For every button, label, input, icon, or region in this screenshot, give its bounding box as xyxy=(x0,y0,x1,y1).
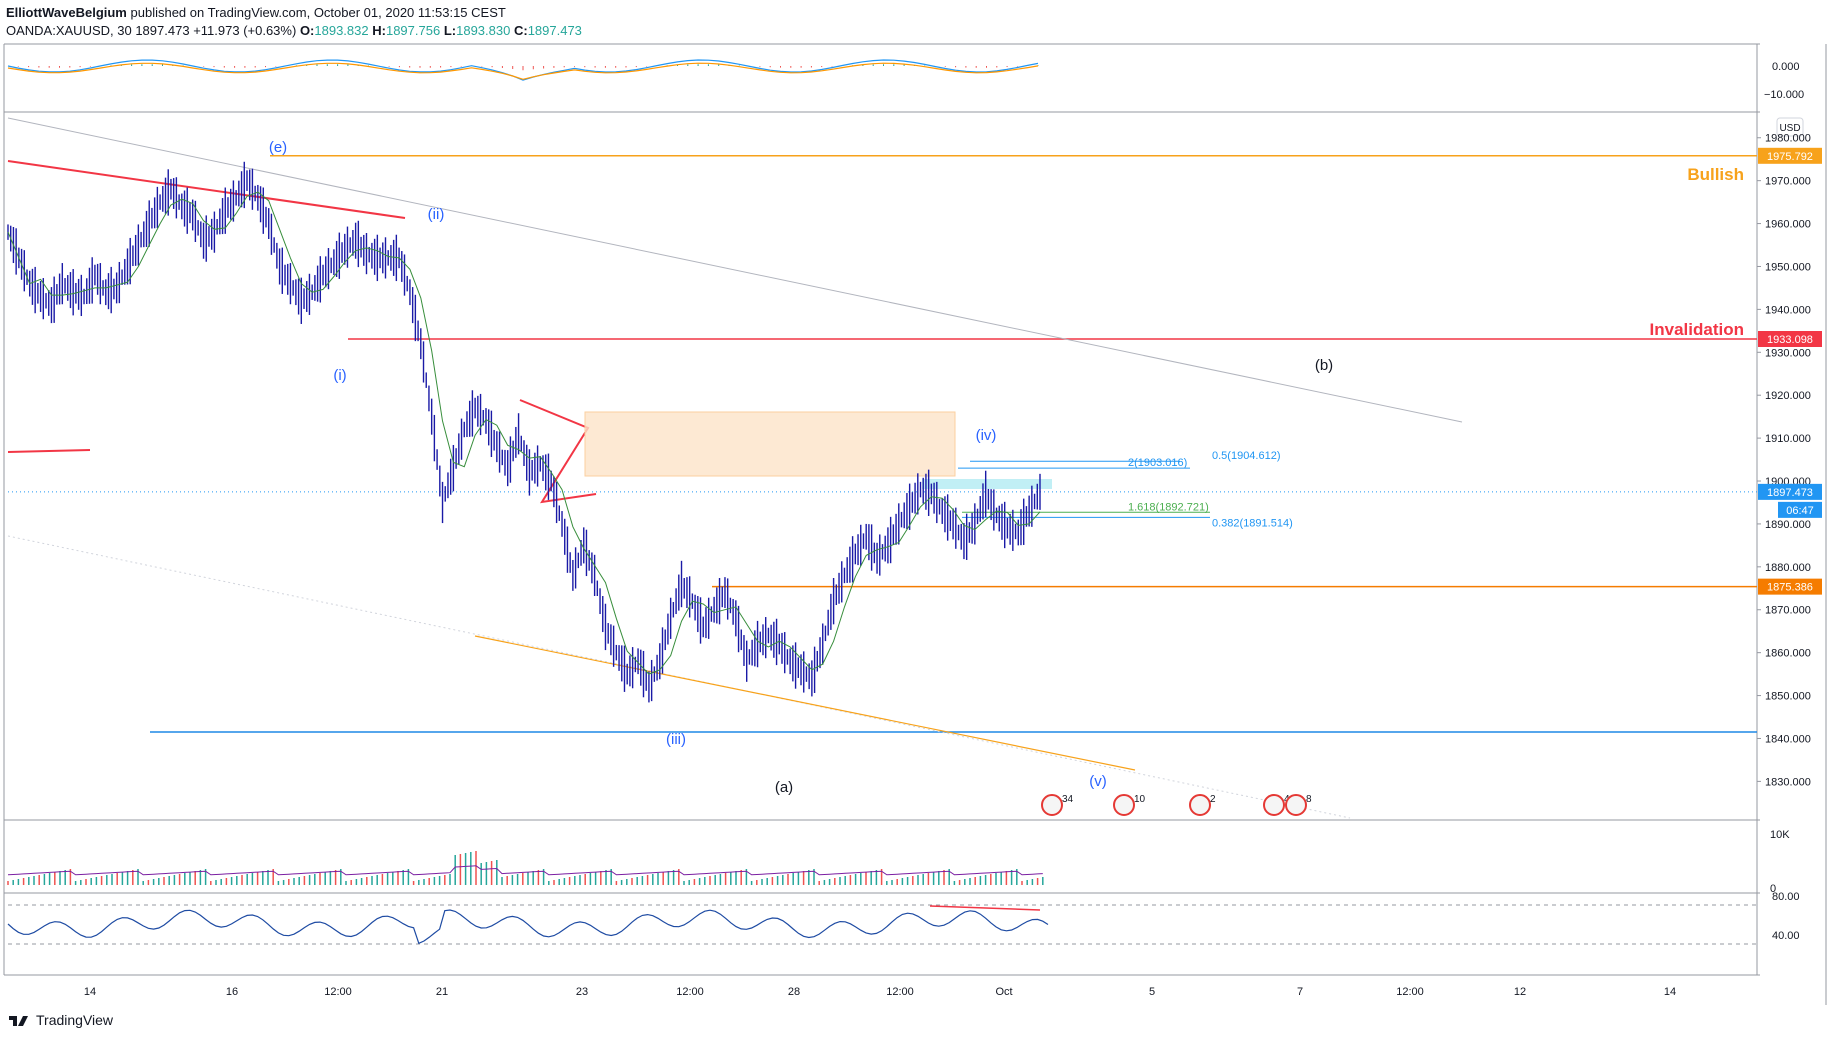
time-tick-label: 12:00 xyxy=(324,986,352,998)
macd-tick-label: 0.000 xyxy=(1772,61,1800,73)
fib-label: 0.382(1891.514) xyxy=(1212,517,1293,529)
orange-trendline xyxy=(474,635,1136,771)
footer: TradingView xyxy=(8,1012,113,1028)
countdown-tag-text: 06:47 xyxy=(1786,505,1814,517)
time-tick-label: 12 xyxy=(1514,986,1526,998)
fib-label: 2(1903.016) xyxy=(1128,457,1187,469)
time-tick-label: 23 xyxy=(576,986,588,998)
price-tick-label: 1940.000 xyxy=(1765,304,1811,316)
economic-events: 3410248 xyxy=(1041,794,1312,816)
price-tick-label: 1950.000 xyxy=(1765,261,1811,273)
price-tick-label: 1980.000 xyxy=(1765,133,1811,145)
red-trendline xyxy=(7,160,406,219)
time-tick-label: 7 xyxy=(1297,986,1303,998)
price-tick-label: 1870.000 xyxy=(1765,605,1811,617)
wave-label-e: (e) xyxy=(269,139,287,156)
price-tag-text: 1875.386 xyxy=(1767,582,1813,594)
time-tick-label: 14 xyxy=(84,986,96,998)
channel-upper-trendline xyxy=(7,117,1463,423)
wave-label-v: (v) xyxy=(1089,773,1107,790)
time-tick-label: 28 xyxy=(788,986,800,998)
price-tick-label: 1840.000 xyxy=(1765,733,1811,745)
price-tick-label: 1880.000 xyxy=(1765,562,1811,574)
event-flag-icon xyxy=(1189,794,1211,816)
event-count: 8 xyxy=(1306,794,1312,805)
price-tick-label: 1970.000 xyxy=(1765,176,1811,188)
bullish-label: Bullish xyxy=(1687,165,1744,184)
price-tick-label: 1890.000 xyxy=(1765,519,1811,531)
time-tick-label: Oct xyxy=(995,986,1012,998)
volume-tick-label: 10K xyxy=(1770,829,1790,841)
time-tick-label: 12:00 xyxy=(676,986,704,998)
time-axis[interactable]: 14 16 12:00 21 23 12:00 28 12:00 Oct 5 7 12:00 12 14 xyxy=(84,986,1676,998)
tradingview-logo-icon xyxy=(9,1016,28,1026)
event-flag-icon xyxy=(1285,794,1307,816)
time-tick-label: 5 xyxy=(1149,986,1155,998)
event-count: 10 xyxy=(1134,794,1146,805)
rsi-tick-label: 80.00 xyxy=(1772,891,1800,903)
drawing-annotations: 2(1903.016) 0.5(1904.612) 1.618(1892.721)0… xyxy=(7,117,1757,819)
wave-label-i: (i) xyxy=(333,367,346,384)
price-tick-label: 1830.000 xyxy=(1765,776,1811,788)
chart-canvas[interactable]: USD 1980.0001970.0001960.0001950.0001940… xyxy=(0,0,1828,1040)
price-tick-label: 1860.000 xyxy=(1765,648,1811,660)
price-tick-label: 1930.000 xyxy=(1765,347,1811,359)
wave-label-ii: (ii) xyxy=(428,206,445,223)
event-count: 2 xyxy=(1210,794,1216,805)
fib-label: 0.5(1904.612) xyxy=(1212,450,1281,462)
rsi-divergence-line xyxy=(929,905,1041,911)
volume-pane: 10K0 xyxy=(7,829,1790,895)
price-axis[interactable]: 1980.000 1970.000 1960.000 1950.000 1940.000… xyxy=(1757,133,1811,789)
price-tick-label: 1910.000 xyxy=(1765,433,1811,445)
event-flag-icon xyxy=(1041,794,1063,816)
wave-label-a: (a) xyxy=(775,779,793,796)
event-flag-icon xyxy=(1113,794,1135,816)
wave-label-iv: (iv) xyxy=(976,427,997,444)
time-tick-label: 16 xyxy=(226,986,238,998)
time-tick-label: 14 xyxy=(1664,986,1676,998)
price-tick-label: 1920.000 xyxy=(1765,390,1811,402)
macd-tick-label: −10.000 xyxy=(1764,89,1804,101)
price-tick-label: 1960.000 xyxy=(1765,219,1811,231)
wave-label-b: (b) xyxy=(1315,357,1333,374)
price-tag-text: 1897.473 xyxy=(1767,487,1813,499)
price-tag-text: 1975.792 xyxy=(1767,151,1813,163)
tradingview-brand[interactable]: TradingView xyxy=(36,1012,113,1028)
fib-label: 1.618(1892.721) xyxy=(1128,501,1209,513)
volume-ma-line xyxy=(7,865,1043,876)
time-tick-label: 21 xyxy=(436,986,448,998)
rsi-pane: 80.00 40.00 xyxy=(7,891,1800,945)
time-tick-label: 12:00 xyxy=(1396,986,1424,998)
price-tag-text: 1933.098 xyxy=(1767,334,1813,346)
time-tick-label: 12:00 xyxy=(886,986,914,998)
event-count: 34 xyxy=(1062,794,1074,805)
red-short-line xyxy=(7,449,91,453)
supply-zone-box xyxy=(584,411,956,477)
invalidation-label: Invalidation xyxy=(1650,320,1744,339)
rsi-line xyxy=(7,909,1049,945)
macd-pane: 0.000 −10.000 xyxy=(7,59,1804,101)
wave-labels: (e) (ii) (i) (iii) (iv) (v) (a) (b) Bullish Inval… xyxy=(269,139,1744,796)
price-tick-label: 1850.000 xyxy=(1765,691,1811,703)
event-flag-icon xyxy=(1263,794,1285,816)
wave-label-iii: (iii) xyxy=(666,731,686,748)
rsi-tick-label: 40.00 xyxy=(1772,930,1800,942)
